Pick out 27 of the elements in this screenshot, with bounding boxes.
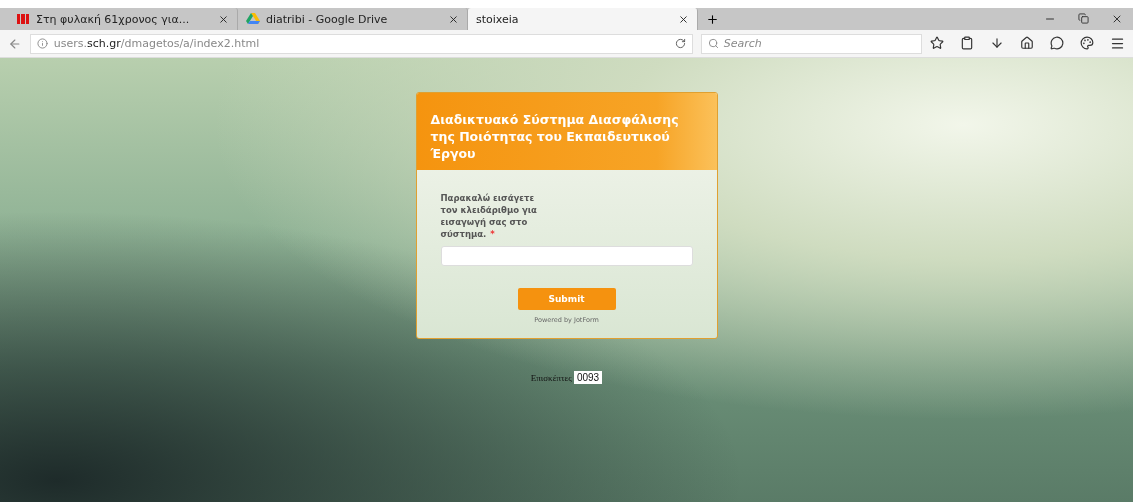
visitors-label: Επισκέπτες — [530, 372, 572, 383]
field-label: Παρακαλώ εισάγετε τον κλειδάριθμο για εισαγωγή σας στο σύστημα. * — [440, 192, 538, 240]
new-tab-icon[interactable] — [706, 12, 719, 26]
close-icon[interactable] — [448, 13, 459, 25]
star-icon[interactable] — [930, 36, 944, 50]
search-field[interactable]: Search — [700, 33, 922, 54]
visitor-counter: 0093 — [573, 371, 603, 384]
clipboard-icon[interactable] — [960, 36, 974, 50]
input-field[interactable] — [440, 246, 693, 266]
chat-icon[interactable] — [1050, 36, 1064, 50]
address-bar[interactable]: users.sch.gr/dmagetos/a/index2.html — [29, 33, 693, 54]
form-title: Διαδικτυακό Σύστημα Διασφάλισης της Ποιότητας του Εκπαιδευτικού Έργου — [430, 111, 680, 162]
menu-icon[interactable] — [1110, 36, 1125, 51]
drive-icon — [246, 13, 260, 25]
restore-icon[interactable] — [1078, 13, 1089, 24]
reload-icon[interactable] — [674, 38, 686, 49]
close-icon[interactable] — [218, 13, 229, 25]
close-icon[interactable] — [678, 13, 689, 25]
close-icon[interactable] — [1111, 13, 1123, 25]
back-icon[interactable] — [8, 36, 22, 51]
browser-tab[interactable]: stoixeia — [468, 8, 698, 30]
search-icon — [707, 38, 719, 49]
home-icon[interactable] — [1020, 36, 1034, 50]
download-icon[interactable] — [990, 36, 1004, 50]
palette-icon[interactable] — [1080, 36, 1094, 50]
site-logo-icon — [16, 13, 30, 25]
info-icon[interactable] — [36, 38, 48, 49]
